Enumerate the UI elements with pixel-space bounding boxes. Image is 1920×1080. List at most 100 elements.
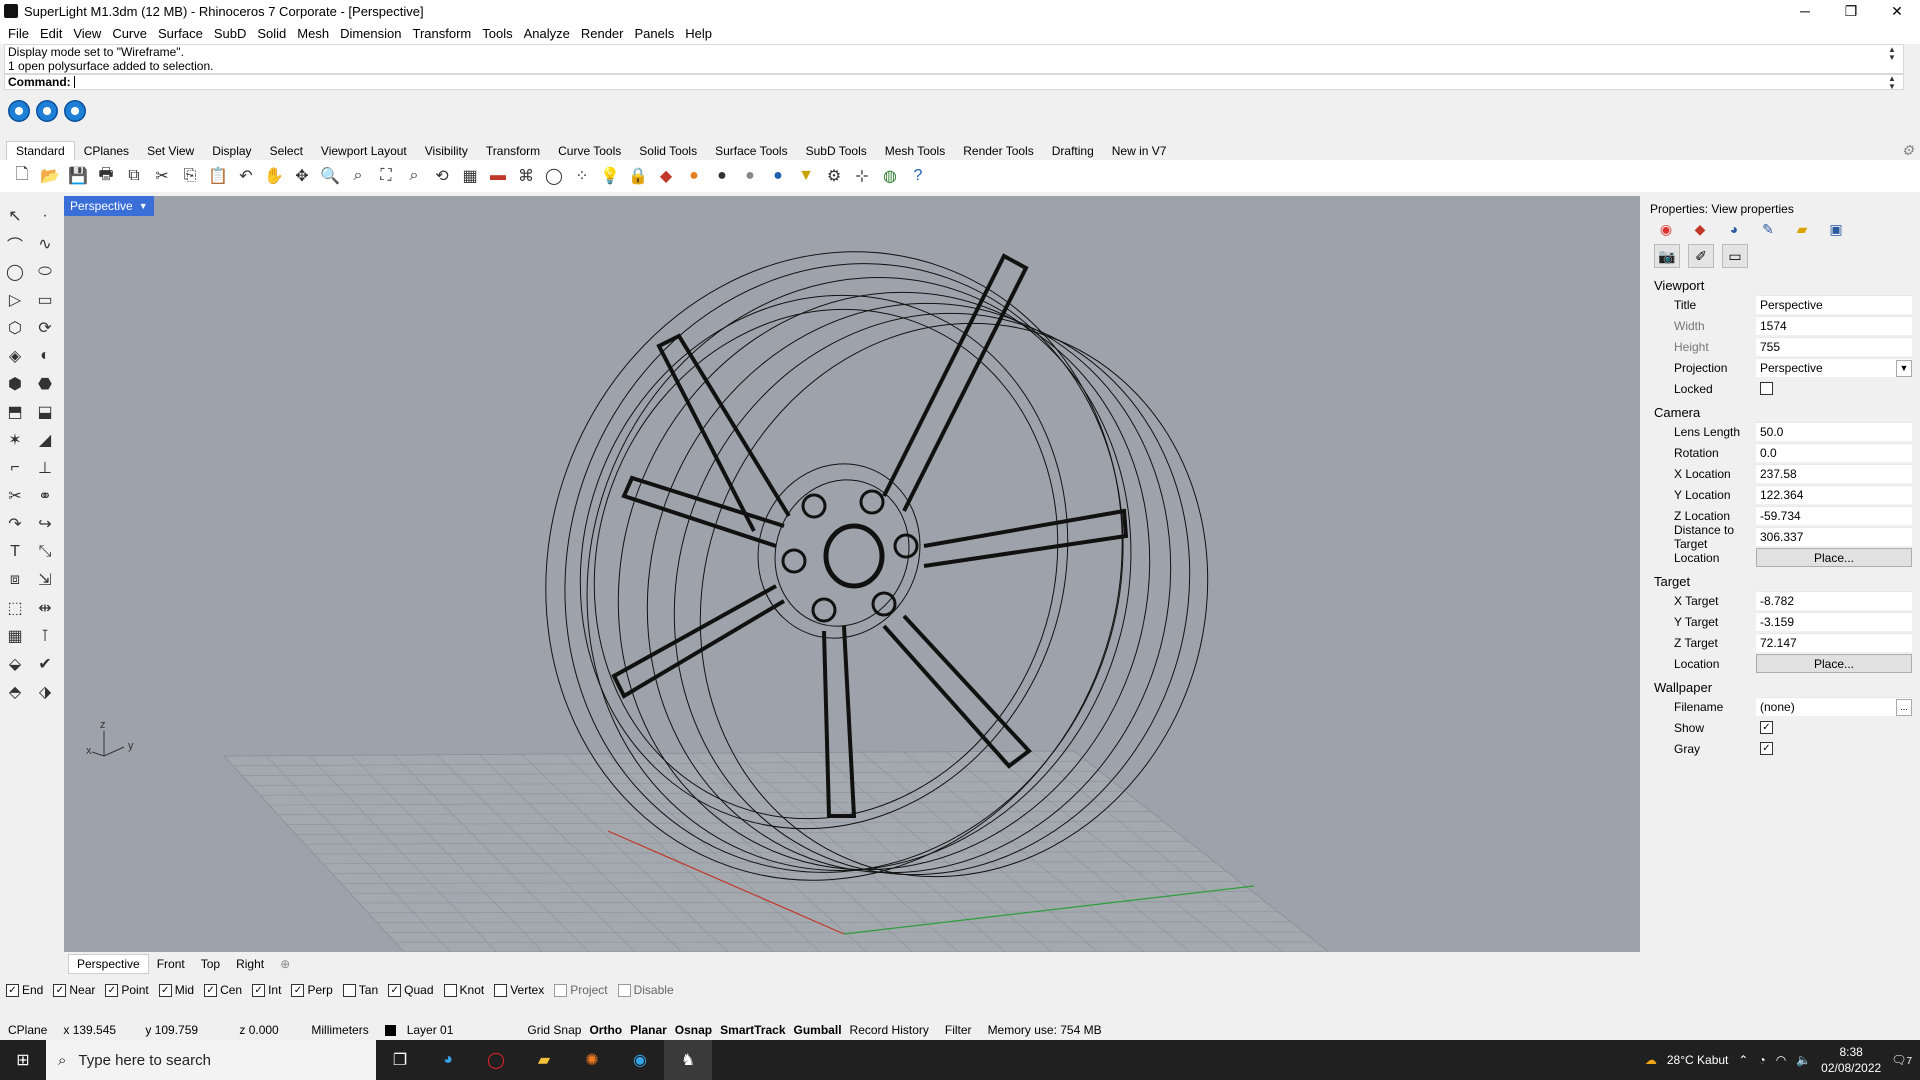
fillet-icon[interactable]: ⌐	[2, 456, 28, 480]
circle-icon[interactable]: ◯	[542, 164, 566, 188]
mesh-tool-icon[interactable]: ⬓	[32, 400, 58, 424]
car-icon[interactable]: ▬	[486, 164, 510, 188]
tab-perspective[interactable]: Perspective	[68, 954, 149, 974]
help-icon[interactable]: ?	[906, 164, 930, 188]
paint-icon[interactable]: ⬗	[32, 680, 58, 704]
tab-right[interactable]: Right	[228, 955, 272, 973]
print-icon[interactable]: 🖶	[94, 164, 118, 188]
circle-tool-icon[interactable]: ◯	[2, 260, 28, 284]
close-button[interactable]: ✕	[1874, 0, 1920, 22]
menu-dimension[interactable]: Dimension	[338, 26, 410, 41]
menu-render[interactable]: Render	[579, 26, 633, 41]
notifications-icon[interactable]: 🗨7	[1891, 1053, 1912, 1067]
command-line[interactable]: Command: ▲ ▼	[4, 74, 1904, 91]
layer-icon[interactable]: ◆	[654, 164, 678, 188]
clock[interactable]: 8:38 02/08/2022	[1821, 1044, 1881, 1076]
draft-icon[interactable]: ◢	[32, 428, 58, 452]
pan-icon[interactable]: ✋	[262, 164, 286, 188]
rhino-taskbar-icon[interactable]: ♞	[664, 1040, 712, 1080]
tab-display[interactable]: Display	[203, 142, 260, 160]
render-icon[interactable]: ◕	[1724, 220, 1744, 238]
arc-icon[interactable]: ▷	[2, 288, 28, 312]
windows-start-icon[interactable]: ⊞	[0, 1040, 46, 1080]
edit-icon[interactable]: ✎	[1758, 220, 1778, 238]
z-target-field[interactable]: 72.147	[1756, 633, 1912, 652]
viewport-label[interactable]: Perspective ▼	[64, 196, 154, 216]
zoom-icon[interactable]: 🔍	[318, 164, 342, 188]
osnap-project[interactable]: Project	[554, 983, 608, 997]
options-icon[interactable]: ⚙	[822, 164, 846, 188]
blend-icon[interactable]: ↪	[32, 512, 58, 536]
tab-surface-tools[interactable]: Surface Tools	[706, 142, 797, 160]
filename-field[interactable]: (none)...	[1756, 697, 1912, 716]
tab-select[interactable]: Select	[261, 142, 312, 160]
menu-subd[interactable]: SubD	[212, 26, 256, 41]
edge-icon[interactable]: ◕	[424, 1040, 472, 1080]
check-icon[interactable]: ✔	[32, 652, 58, 676]
tab-viewport-layout[interactable]: Viewport Layout	[312, 142, 416, 160]
weather-text[interactable]: 28°C Kabut	[1667, 1053, 1729, 1067]
tab-mesh-tools[interactable]: Mesh Tools	[876, 142, 954, 160]
gumball-toggle[interactable]: Gumball	[794, 1023, 842, 1037]
extrude-icon[interactable]: ⬒	[2, 400, 28, 424]
tab-new-in-v7[interactable]: New in V7	[1103, 142, 1176, 160]
zoom-window-icon[interactable]: ⌕	[346, 164, 370, 188]
scale-icon[interactable]: ⇲	[32, 568, 58, 592]
grid-snap-toggle[interactable]: Grid Snap	[519, 1023, 589, 1037]
edit-pts-icon[interactable]: ⊥	[32, 456, 58, 480]
distance-field[interactable]: 306.337	[1756, 527, 1912, 546]
cut-icon[interactable]: ✂	[150, 164, 174, 188]
grid-icon[interactable]: ▦	[458, 164, 482, 188]
task-view-icon[interactable]: ❐	[376, 1040, 424, 1080]
menu-help[interactable]: Help	[683, 26, 721, 41]
menu-panels[interactable]: Panels	[632, 26, 683, 41]
tab-drafting[interactable]: Drafting	[1043, 142, 1103, 160]
filter-toggle[interactable]: Filter	[937, 1023, 980, 1037]
cplane-icon[interactable]: ⟲	[430, 164, 454, 188]
osnap-int[interactable]: ✓ Int	[252, 983, 281, 997]
gray-checkbox[interactable]: ✓	[1760, 742, 1773, 755]
osnap-toggle[interactable]: Osnap	[675, 1023, 712, 1037]
ellipse-icon[interactable]: ⬭	[32, 260, 58, 284]
layer-tool-icon[interactable]: ⬘	[2, 680, 28, 704]
rotation-field[interactable]: 0.0	[1756, 443, 1912, 462]
chevron-down-icon[interactable]: ▼	[139, 201, 148, 211]
osnap-near[interactable]: ✓ Near	[53, 983, 95, 997]
units-status[interactable]: Millimeters	[303, 1023, 376, 1037]
tab-render-tools[interactable]: Render Tools	[954, 142, 1043, 160]
x-location-field[interactable]: 237.58	[1756, 464, 1912, 483]
taskbar-search[interactable]: ⌕ Type here to search	[46, 1040, 376, 1080]
rotate-icon[interactable]: ✥	[290, 164, 314, 188]
text-icon[interactable]: T	[2, 540, 28, 564]
offset-icon[interactable]: ↷	[2, 512, 28, 536]
lock-icon[interactable]: 🔒	[626, 164, 650, 188]
color-wheel-icon[interactable]: ◉	[1656, 220, 1676, 238]
points-icon[interactable]: ⁘	[570, 164, 594, 188]
import-icon[interactable]: ⧉	[122, 164, 146, 188]
point-icon[interactable]: ·	[32, 204, 58, 228]
layer-status[interactable]: Layer 01	[377, 1023, 470, 1037]
gear-icon[interactable]: ⚙	[1901, 142, 1914, 159]
osnap-quad[interactable]: ✓ Quad	[388, 983, 434, 997]
layers-icon[interactable]: ◆	[1690, 220, 1710, 238]
dimension-icon[interactable]: ⤡	[32, 540, 58, 564]
freeform-icon[interactable]: ⟳	[32, 316, 58, 340]
mirror-icon[interactable]: ⇹	[32, 596, 58, 620]
osnap-cen[interactable]: ✓ Cen	[204, 983, 242, 997]
join-icon[interactable]: ⚭	[32, 484, 58, 508]
osnap-mid[interactable]: ✓ Mid	[158, 983, 194, 997]
polyline-icon[interactable]: ⌒	[2, 232, 28, 256]
osnap-vertex[interactable]: Vertex	[494, 983, 544, 997]
menu-curve[interactable]: Curve	[110, 26, 156, 41]
zoom-extents-icon[interactable]: ⛶	[374, 164, 398, 188]
osnap-disable[interactable]: Disable	[617, 983, 674, 997]
smarttrack-toggle[interactable]: SmartTrack	[712, 1023, 793, 1037]
save-icon[interactable]: 💾	[66, 164, 90, 188]
globe-icon[interactable]: ◍	[878, 164, 902, 188]
z-location-field[interactable]: -59.734	[1756, 506, 1912, 525]
viewport-canvas[interactable]: z x y	[64, 196, 1640, 952]
show-checkbox[interactable]: ✓	[1760, 721, 1773, 734]
target-place-button[interactable]: Place...	[1756, 654, 1912, 673]
network-icon[interactable]: ◔	[1758, 1053, 1765, 1067]
menu-mesh[interactable]: Mesh	[295, 26, 338, 41]
